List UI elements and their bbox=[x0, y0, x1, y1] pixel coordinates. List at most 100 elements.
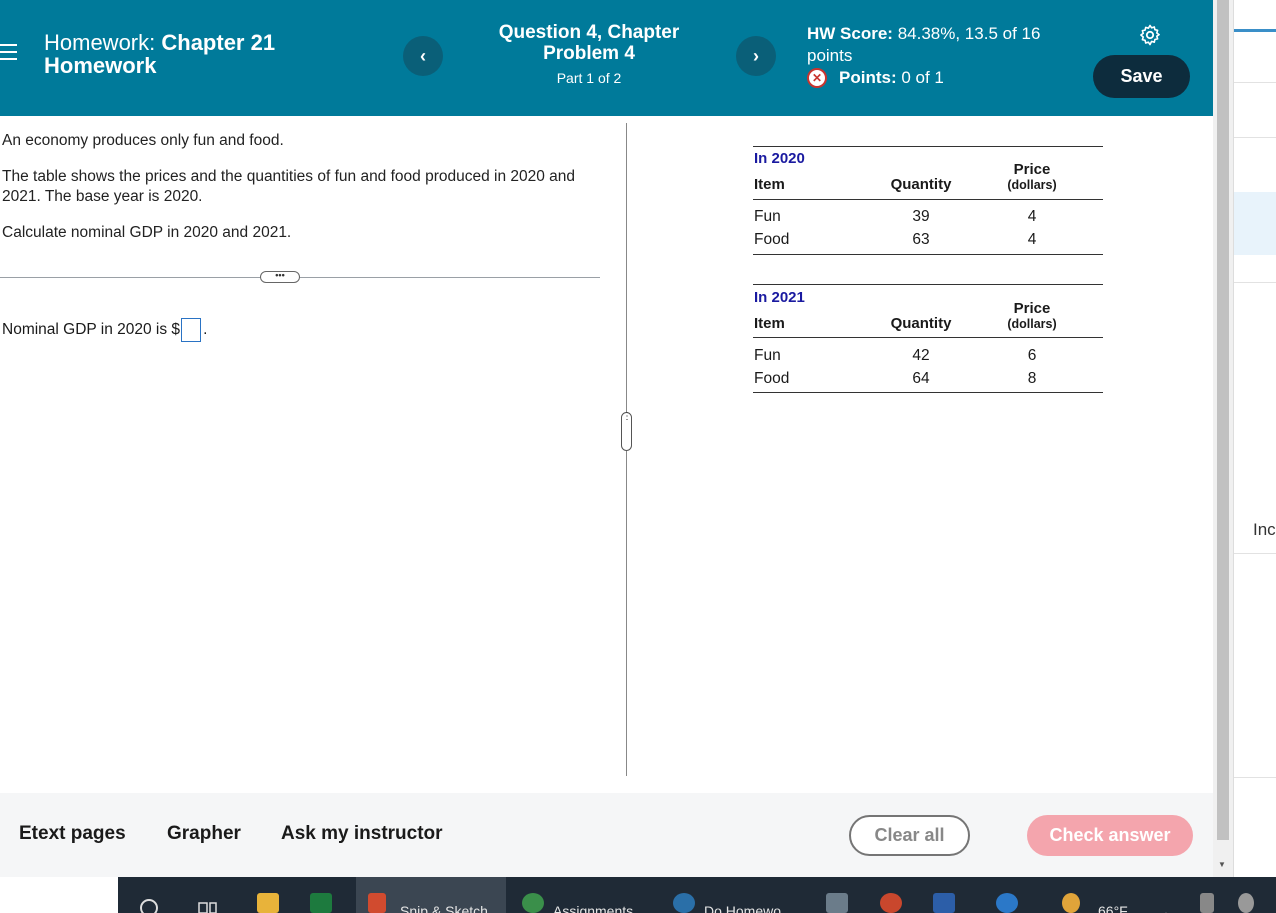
answer-row: Nominal GDP in 2020 is $ . bbox=[2, 318, 207, 342]
cell-quantity: 39 bbox=[912, 208, 930, 225]
nominal-gdp-2020-input[interactable] bbox=[181, 318, 202, 342]
table-row: Food 64 8 bbox=[753, 368, 1103, 391]
homework-name: Chapter 21 bbox=[161, 30, 276, 55]
cell-quantity: 42 bbox=[912, 347, 930, 364]
chevron-right-icon: › bbox=[753, 45, 759, 66]
excel-icon[interactable] bbox=[310, 893, 332, 913]
header-bar: Homework: Chapter 21 Homework ‹ Question… bbox=[0, 0, 1213, 116]
cell-item: Fun bbox=[754, 208, 781, 225]
table-row: Food 63 4 bbox=[753, 229, 1103, 252]
check-answer-button[interactable]: Check answer bbox=[1027, 815, 1193, 856]
table-rule bbox=[753, 337, 1103, 338]
table-year-label: In 2021 bbox=[754, 289, 805, 306]
homework-title: Homework: Chapter 21 Homework bbox=[44, 31, 344, 77]
data-table-2020: In 2020 Price Item Quantity (dollars) Fu… bbox=[753, 146, 1103, 255]
points-value: 0 of 1 bbox=[901, 68, 944, 87]
strip-divider bbox=[1234, 777, 1276, 778]
col-header-price-unit: (dollars) bbox=[1007, 317, 1057, 331]
col-header-quantity: Quantity bbox=[890, 315, 952, 332]
homework-prefix: Homework: bbox=[44, 30, 156, 55]
expand-more-icon[interactable]: ••• bbox=[260, 271, 300, 283]
taskbar-item-snip[interactable]: Snip & Sketch bbox=[400, 883, 488, 913]
points-label: Points: bbox=[839, 68, 897, 87]
table-header-row: Item Quantity (dollars) bbox=[753, 171, 1103, 199]
scroll-down-icon[interactable]: ▼ bbox=[1218, 860, 1226, 869]
tab-indicator bbox=[1234, 29, 1276, 32]
footer-bar: Etext pages Grapher Ask my instructor Cl… bbox=[0, 793, 1213, 877]
strip-highlight bbox=[1234, 192, 1276, 255]
col-header-item: Item bbox=[754, 315, 785, 332]
question-text-2: The table shows the prices and the quant… bbox=[2, 168, 576, 205]
cell-item: Food bbox=[754, 231, 790, 248]
snip-sketch-icon[interactable] bbox=[368, 893, 386, 913]
grapher-link[interactable]: Grapher bbox=[167, 823, 241, 845]
cell-item: Food bbox=[754, 370, 790, 387]
table-rule bbox=[753, 392, 1103, 393]
chevron-up-icon[interactable]: ︿ bbox=[1160, 883, 1172, 913]
cell-price: 8 bbox=[1027, 370, 1037, 387]
col-header-price-unit: (dollars) bbox=[1007, 178, 1057, 192]
hw-score: HW Score: 84.38%, 13.5 of 16 points bbox=[807, 23, 1077, 67]
hw-score-label: HW Score: bbox=[807, 24, 893, 43]
help-icon[interactable] bbox=[996, 893, 1018, 913]
question-text-3: Calculate nominal GDP in 2020 and 2021. bbox=[2, 224, 292, 241]
chrome-icon[interactable] bbox=[522, 893, 544, 913]
question-text-1: An economy produces only fun and food. bbox=[2, 132, 284, 149]
table-header-row: Item Quantity (dollars) bbox=[753, 309, 1103, 337]
homework-name-2: Homework bbox=[44, 53, 157, 78]
task-view-icon[interactable] bbox=[197, 899, 219, 913]
data-table-2021: In 2021 Price Item Quantity (dollars) Fu… bbox=[753, 284, 1103, 393]
cell-quantity: 64 bbox=[912, 370, 930, 387]
strip-divider bbox=[1234, 82, 1276, 83]
points-indicator: ✕ Points: 0 of 1 bbox=[807, 68, 944, 88]
table-year-row: In 2020 Price bbox=[753, 147, 1103, 178]
search-icon[interactable] bbox=[138, 897, 160, 913]
question-part: Part 1 of 2 bbox=[556, 70, 622, 86]
taskbar-item-homework[interactable]: Do Homewo bbox=[704, 883, 781, 913]
cell-item: Fun bbox=[754, 347, 781, 364]
windows-taskbar: Snip & Sketch Assignments Do Homewo 66°F… bbox=[0, 877, 1276, 913]
etext-pages-link[interactable]: Etext pages bbox=[19, 823, 126, 845]
device-icon[interactable] bbox=[1200, 893, 1214, 913]
scroll-thumb[interactable] bbox=[1217, 0, 1229, 840]
previous-question-button[interactable]: ‹ bbox=[403, 36, 443, 76]
cell-quantity: 63 bbox=[912, 231, 930, 248]
word-icon[interactable] bbox=[933, 893, 955, 913]
file-explorer-icon[interactable] bbox=[257, 893, 279, 913]
table-year-label: In 2020 bbox=[754, 150, 805, 167]
table-rule bbox=[753, 254, 1103, 255]
vertical-scrollbar[interactable]: ▼ bbox=[1213, 0, 1233, 877]
cell-price: 4 bbox=[1027, 231, 1037, 248]
question-title-block: Question 4, Chapter Problem 4 Part 1 of … bbox=[480, 22, 698, 86]
background-partial-text: Inc bbox=[1253, 520, 1276, 539]
settings-gear-icon[interactable] bbox=[1138, 23, 1162, 47]
weather-icon[interactable] bbox=[1062, 893, 1080, 913]
cell-price: 6 bbox=[1027, 347, 1037, 364]
table-year-row: In 2021 Price bbox=[753, 285, 1103, 317]
pearson-icon[interactable] bbox=[673, 893, 695, 913]
strip-divider bbox=[1234, 282, 1276, 283]
question-divider bbox=[0, 277, 600, 278]
background-page-strip: Inc bbox=[1233, 0, 1276, 877]
table-rule bbox=[753, 199, 1103, 200]
table-row: Fun 39 4 bbox=[753, 206, 1103, 229]
menu-icon[interactable] bbox=[0, 44, 18, 62]
save-button[interactable]: Save bbox=[1093, 55, 1190, 98]
weather-temperature[interactable]: 66°F bbox=[1098, 883, 1128, 913]
network-icon[interactable] bbox=[1238, 893, 1254, 913]
calculator-icon[interactable] bbox=[826, 893, 848, 913]
ask-instructor-link[interactable]: Ask my instructor bbox=[281, 823, 443, 845]
table-row: Fun 42 6 bbox=[753, 345, 1103, 368]
splitter-handle[interactable]: ⋮ bbox=[621, 412, 632, 451]
incorrect-x-icon: ✕ bbox=[807, 68, 827, 88]
app-window: Homework: Chapter 21 Homework ‹ Question… bbox=[0, 0, 1276, 913]
clear-all-button[interactable]: Clear all bbox=[849, 815, 970, 856]
answer-prefix: Nominal GDP in 2020 is $ bbox=[2, 321, 181, 338]
chevron-left-icon: ‹ bbox=[420, 45, 426, 66]
next-question-button[interactable]: › bbox=[736, 36, 776, 76]
question-title: Question 4, Chapter Problem 4 bbox=[498, 22, 680, 64]
taskbar-item-assignments[interactable]: Assignments bbox=[553, 883, 633, 913]
answer-suffix: . bbox=[203, 321, 208, 338]
col-header-quantity: Quantity bbox=[890, 176, 952, 193]
powerpoint-icon[interactable] bbox=[880, 893, 902, 913]
